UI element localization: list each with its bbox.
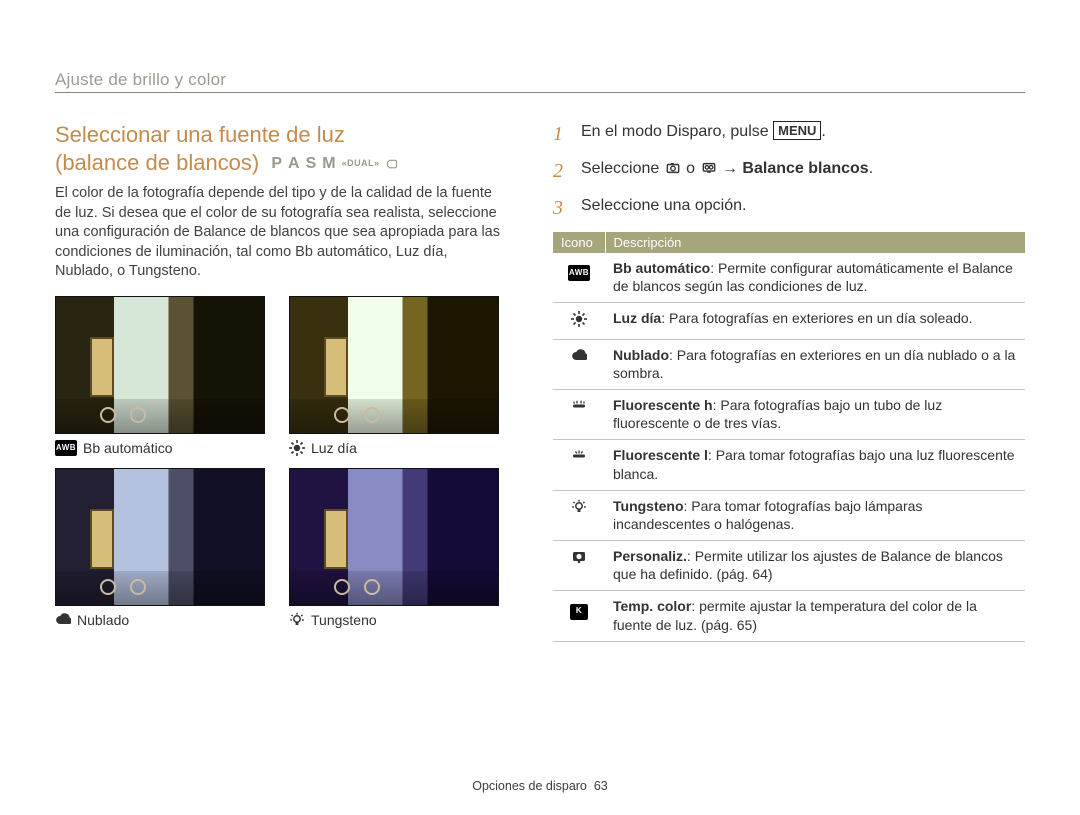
title-line2: (balance de blancos) [55,150,259,175]
thumb-auto: AWB Bb automático [55,296,265,464]
thumb-auto-label: Bb automático [83,440,173,456]
thumb-auto-image [55,296,265,434]
step1-pre: En el modo Disparo, pulse [581,123,773,140]
step-2: 2 Seleccione o → Balance blancos. [553,158,1025,185]
row-term: Luz día [613,310,661,326]
title-line1: Seleccionar una fuente de luz [55,122,345,147]
intro-paragraph: El color de la fotografía depende del ti… [55,184,505,282]
page-number: 63 [594,779,608,793]
mode-p: P [271,154,282,174]
row-term: Fluorescente l [613,447,708,463]
thumb-tungsten-label: Tungsteno [311,612,377,628]
steps-list: 1 En el modo Disparo, pulse MENU. 2 Sele… [553,121,1025,222]
table-row: Fluorescente l: Para tomar fotografías b… [553,440,1025,490]
row-term: Bb automático [613,260,710,276]
thumb-day-image [289,296,499,434]
th-desc: Descripción [605,232,1025,253]
step2-target: Balance blancos [742,160,868,177]
menu-button-glyph: MENU [773,121,821,140]
options-table: Icono Descripción AWB Bb automático: Per… [553,232,1025,642]
row-term: Tungsteno [613,498,684,514]
row-desc: : Para fotografías en exteriores en un d… [661,310,972,326]
step-1: 1 En el modo Disparo, pulse MENU. [553,121,1025,148]
table-row: K Temp. color: permite ajustar la temper… [553,591,1025,641]
step-number-1: 1 [553,121,571,148]
kelvin-chip-icon: K [570,604,588,620]
step2-post: . [869,160,873,177]
section-header: Ajuste de brillo y color [55,70,1025,93]
step1-post: . [821,123,825,140]
camera-icon [664,160,682,174]
bulb-icon [571,499,587,515]
table-row: Nublado: Para fotografías en exteriores … [553,339,1025,389]
left-column: Seleccionar una fuente de luz (balance d… [55,121,505,642]
footer-label: Opciones de disparo [472,779,587,793]
thumb-cloud-image [55,468,265,606]
cloud-icon [571,348,587,364]
table-row: Tungsteno: Para tomar fotografías bajo l… [553,490,1025,540]
cloud-icon [55,612,71,628]
thumb-day: Luz día [289,296,499,464]
table-row: Fluorescente h: Para fotografías bajo un… [553,389,1025,439]
table-row: AWB Bb automático: Permite configurar au… [553,253,1025,303]
table-row: Luz día: Para fotografías en exteriores … [553,303,1025,339]
row-term: Temp. color [613,598,691,614]
video-mode-icon [386,158,398,170]
page-footer: Opciones de disparo 63 [0,779,1080,793]
mode-dual: «DUAL» [342,158,380,169]
fluorescent-h-icon [571,398,587,414]
sun-icon [571,311,587,327]
page-title: Seleccionar una fuente de luz (balance d… [55,121,505,176]
row-term: Nublado [613,347,669,363]
sample-thumbnails: AWB Bb automático Luz día Nublado [55,296,505,636]
film-icon [700,160,718,174]
step3-text: Seleccione una opción. [581,195,746,222]
mode-indicators: P A S M «DUAL» [271,154,397,174]
right-column: 1 En el modo Disparo, pulse MENU. 2 Sele… [553,121,1025,642]
thumb-cloud: Nublado [55,468,265,636]
step-number-2: 2 [553,158,571,185]
thumb-tungsten-image [289,468,499,606]
sun-icon [289,440,305,456]
table-row: Personaliz.: Permite utilizar los ajuste… [553,541,1025,591]
awb-chip-icon: AWB [568,265,590,281]
row-term: Fluorescente h [613,397,713,413]
mode-a: A [288,154,300,174]
step2-mid: o [686,160,699,177]
thumb-day-label: Luz día [311,440,357,456]
thumb-tungsten: Tungsteno [289,468,499,636]
awb-chip-icon: AWB [55,440,77,456]
thumb-cloud-label: Nublado [77,612,129,628]
step-3: 3 Seleccione una opción. [553,195,1025,222]
bulb-icon [289,612,305,628]
row-desc: : Para fotografías en exteriores en un d… [613,347,1015,381]
step-number-3: 3 [553,195,571,222]
th-icon: Icono [553,232,605,253]
step2-arrow: → [722,160,742,177]
fluorescent-l-icon [571,448,587,464]
step2-pre: Seleccione [581,160,664,177]
custom-wb-icon [571,549,587,565]
mode-s: S [306,154,317,174]
mode-m: M [322,154,335,174]
row-term: Personaliz. [613,548,687,564]
